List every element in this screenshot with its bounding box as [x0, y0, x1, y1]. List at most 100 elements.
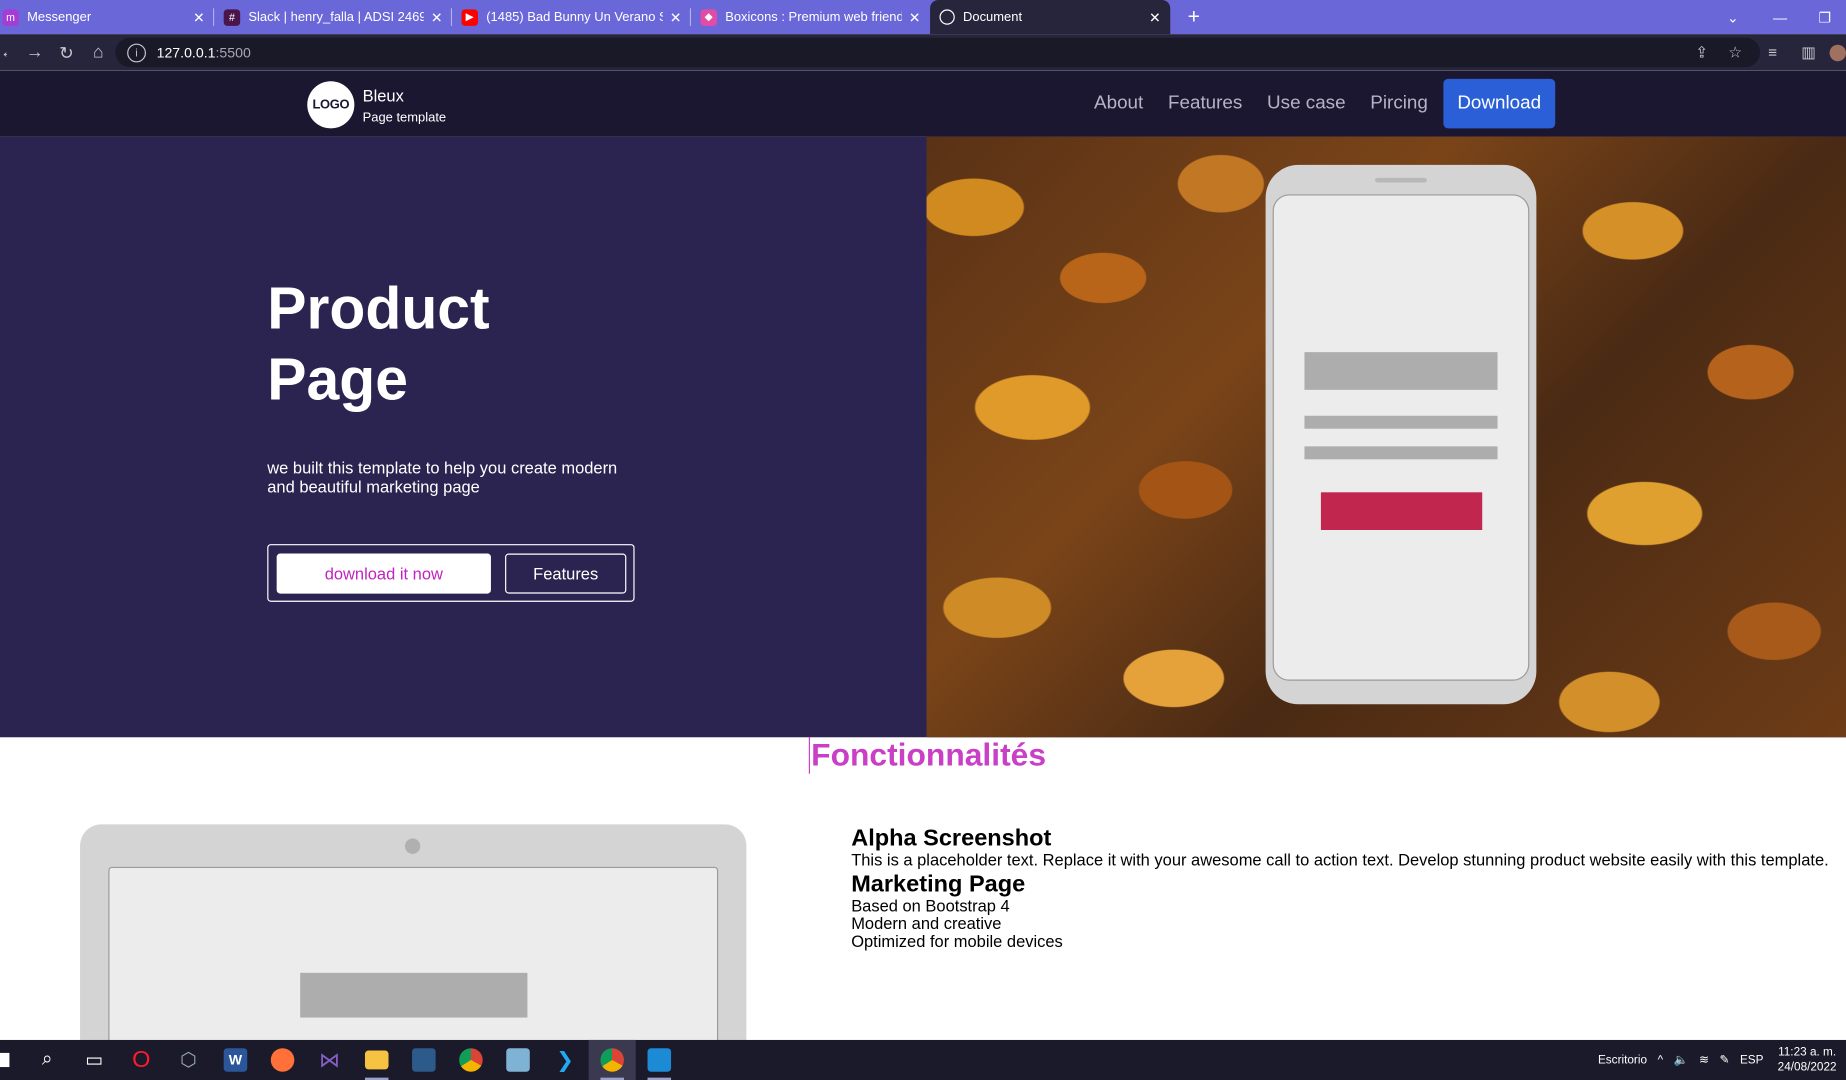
site-navbar: LOGO Bleux Page template About Features … [0, 70, 1846, 137]
reload-icon[interactable]: ↻ [51, 42, 83, 63]
features-title: Fonctionnalités [808, 737, 1046, 774]
nav-pricing[interactable]: Pircing [1370, 93, 1428, 114]
close-icon[interactable]: ✕ [670, 9, 682, 25]
clock-date: 24/08/2022 [1777, 1061, 1837, 1075]
pen-icon[interactable]: ✎ [1719, 1053, 1729, 1066]
vscode-icon[interactable]: ❯ [542, 1040, 589, 1080]
feature-heading: Marketing Page [851, 871, 1026, 898]
placeholder-line [1304, 415, 1498, 429]
minimize-icon[interactable]: — [1757, 0, 1804, 34]
profile-avatar-icon[interactable] [1829, 34, 1846, 71]
brand[interactable]: LOGO Bleux Page template [307, 81, 447, 129]
back-icon[interactable]: ← [0, 42, 7, 62]
feature-heading: Alpha Screenshot [851, 825, 1052, 852]
phone-mockup [1265, 164, 1537, 705]
logo: LOGO [307, 81, 355, 129]
hero-title-line1: Product [267, 275, 490, 342]
globe-icon [939, 9, 955, 25]
system-tray: Escritorio ^ 🔈 ≋ ✎ ESP 11:23 a. m. 24/08… [1587, 1040, 1846, 1080]
visual-studio-icon[interactable]: ⋈ [306, 1040, 353, 1080]
bookmark-star-icon[interactable]: ☆ [1728, 34, 1742, 71]
side-panel-icon[interactable]: ▥ [1801, 34, 1815, 71]
brand-name: Bleux [362, 85, 404, 105]
home-icon[interactable]: ⌂ [82, 42, 114, 62]
feature-line: Optimized for mobile devices [851, 931, 1063, 951]
youtube-icon: ▶ [461, 8, 478, 26]
url-port: :5500 [215, 44, 251, 61]
virtualbox-icon[interactable]: ⬡ [165, 1040, 212, 1080]
code-editor-icon[interactable] [400, 1040, 447, 1080]
download-it-now-button[interactable]: download it now [276, 553, 491, 594]
nav-use-case[interactable]: Use case [1267, 93, 1346, 114]
messenger-icon: m [2, 8, 19, 26]
brand-text: Bleux Page template [363, 85, 447, 124]
close-icon[interactable]: ✕ [909, 9, 921, 25]
browser-tab-strip: m Messenger ✕ # Slack | henry_falla | AD… [0, 0, 1846, 35]
site-info-icon[interactable]: i [127, 42, 146, 62]
url-host: 127.0.0.1 [156, 44, 216, 61]
opera-icon[interactable]: O [118, 1040, 165, 1080]
nav-about[interactable]: About [1094, 93, 1143, 114]
placeholder-block [1304, 352, 1498, 390]
search-icon[interactable]: ⌕ [24, 1040, 71, 1080]
photos-icon[interactable] [636, 1040, 683, 1080]
chrome-icon[interactable] [447, 1040, 494, 1080]
feature-line: Modern and creative [851, 913, 1002, 933]
laptop-screen [108, 866, 719, 1040]
laptop-mockup [80, 824, 747, 1040]
browser-toolbar: ← → ↻ ⌂ i 127.0.0.1 :5500 ⇪ ☆ ≡ ▥ [0, 34, 1846, 71]
close-icon[interactable]: ✕ [431, 9, 443, 25]
file-explorer-icon[interactable] [353, 1040, 400, 1080]
task-view-icon[interactable]: ▭ [71, 1040, 118, 1080]
speaker-icon[interactable]: 🔈 [1674, 1053, 1689, 1066]
notepad-icon[interactable] [494, 1040, 541, 1080]
hero-title: Product Page [267, 273, 620, 414]
share-icon[interactable]: ⇪ [1695, 34, 1708, 71]
tab-document[interactable]: Document ✕ [930, 0, 1171, 35]
nav-features[interactable]: Features [1168, 93, 1242, 114]
boxicons-icon: ◆ [700, 8, 717, 26]
tab-title: Document [963, 10, 1023, 25]
tab-youtube[interactable]: ▶ (1485) Bad Bunny Un Verano Sin ✕ [452, 0, 692, 34]
placeholder-block [300, 972, 528, 1018]
screen: m Messenger ✕ # Slack | henry_falla | AD… [0, 0, 1846, 1080]
tab-slack[interactable]: # Slack | henry_falla | ADSI 2469183 ✕ [214, 0, 453, 34]
forward-icon[interactable]: → [19, 42, 51, 62]
tab-messenger[interactable]: m Messenger ✕ [0, 0, 215, 34]
feature-line: Based on Bootstrap 4 [851, 896, 1010, 916]
feature-text: This is a placeholder text. Replace it w… [851, 850, 1829, 870]
restore-icon[interactable]: ❐ [1801, 0, 1846, 34]
chevron-up-icon[interactable]: ^ [1658, 1053, 1664, 1066]
nav-download-button[interactable]: Download [1443, 78, 1556, 129]
chrome-profile-icon[interactable] [588, 1039, 636, 1080]
tab-search-icon[interactable]: ⌄ [1709, 0, 1756, 34]
tab-title: Slack | henry_falla | ADSI 2469183 [248, 10, 423, 25]
laptop-camera [404, 838, 421, 854]
placeholder-cta [1320, 492, 1483, 530]
close-icon[interactable]: ✕ [193, 9, 205, 25]
page-viewport: LOGO Bleux Page template About Features … [0, 70, 1846, 1040]
windows-icon[interactable] [0, 1040, 16, 1080]
language-indicator[interactable]: ESP [1740, 1053, 1764, 1066]
hero-subtitle: we built this template to help you creat… [267, 458, 618, 496]
address-bar[interactable]: i 127.0.0.1 :5500 [115, 37, 1761, 68]
autumn-leaves-background [926, 136, 1846, 738]
clock[interactable]: 11:23 a. m. 24/08/2022 [1778, 1045, 1837, 1076]
reading-list-icon[interactable]: ≡ [1768, 34, 1777, 71]
word-icon[interactable]: W [212, 1040, 259, 1080]
desktop-label[interactable]: Escritorio [1598, 1053, 1647, 1066]
hero-cta-group: download it now Features [267, 544, 635, 602]
hero-section: Product Page we built this template to h… [0, 136, 1846, 738]
slack-icon: # [223, 8, 241, 26]
hero-content: Product Page we built this template to h… [0, 137, 927, 738]
nav-links: About Features Use case Pircing Download [1069, 78, 1556, 129]
features-button[interactable]: Features [505, 553, 627, 594]
close-icon[interactable]: ✕ [1149, 9, 1161, 25]
firefox-icon[interactable] [259, 1040, 306, 1080]
clock-time: 11:23 a. m. [1778, 1045, 1837, 1059]
wifi-icon[interactable]: ≋ [1699, 1053, 1709, 1066]
placeholder-line [1304, 446, 1498, 460]
tab-boxicons[interactable]: ◆ Boxicons : Premium web friendly ✕ [691, 0, 930, 34]
tab-title: Boxicons : Premium web friendly [725, 10, 902, 25]
new-tab-button[interactable]: + [1170, 0, 1217, 34]
